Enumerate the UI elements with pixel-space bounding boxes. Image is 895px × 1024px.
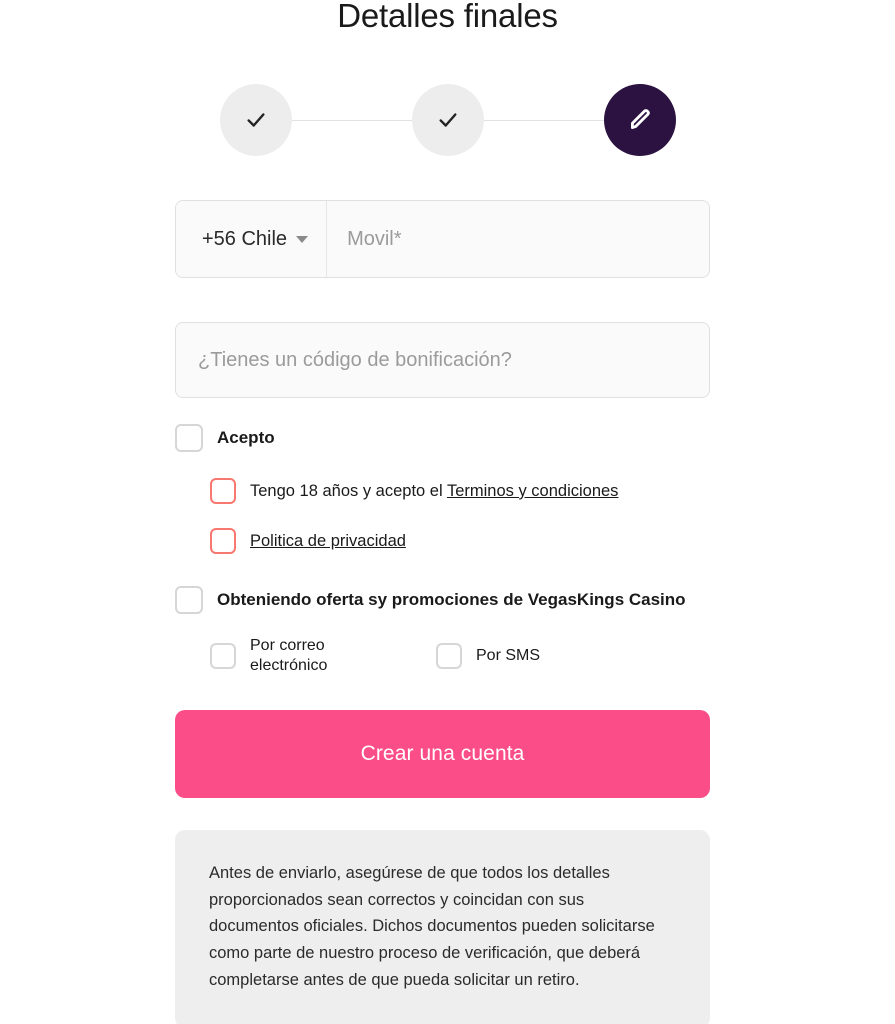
promotion-channels-row: Por correo electrónico Por SMS <box>175 636 710 676</box>
sms-channel-label: Por SMS <box>476 647 541 664</box>
phone-field-group: +56 Chile <box>175 200 710 278</box>
mobile-input[interactable] <box>327 201 709 277</box>
privacy-policy-link[interactable]: Politica de privacidad <box>250 531 406 552</box>
terms-and-conditions-link[interactable]: Terminos y condiciones <box>447 482 619 500</box>
age-terms-text: Tengo 18 años y acepto el <box>250 481 447 500</box>
accept-label: Acepto <box>217 428 275 448</box>
age-terms-label: Tengo 18 años y acepto el Terminos y con… <box>250 481 618 502</box>
chevron-down-icon <box>296 235 309 243</box>
pencil-icon <box>630 109 650 129</box>
promotions-checkbox[interactable] <box>175 586 203 614</box>
verification-notice: Antes de enviarlo, asegúrese de que todo… <box>175 830 710 1024</box>
country-code-label: +56 Chile <box>202 227 288 250</box>
stepper-step-2[interactable] <box>411 84 484 156</box>
accept-checkbox[interactable] <box>175 424 203 452</box>
privacy-checkbox[interactable] <box>210 528 236 554</box>
progress-stepper <box>0 84 895 156</box>
email-channel-checkbox[interactable] <box>210 643 236 669</box>
country-code-select[interactable]: +56 Chile <box>176 201 328 277</box>
promotions-label: Obteniendo oferta sy promociones de Vega… <box>217 590 686 610</box>
accept-row[interactable]: Acepto <box>175 424 710 452</box>
sms-channel-checkbox[interactable] <box>436 643 462 669</box>
stepper-step-3[interactable] <box>603 84 676 156</box>
registration-final-step-page: Detalles finales +56 Chile Movil* ¿Tiene… <box>0 0 895 1024</box>
stepper-step-1[interactable] <box>219 84 292 156</box>
consent-section: Acepto Tengo 18 años y acepto el Termino… <box>175 424 710 676</box>
stepper-connector-2 <box>483 119 604 121</box>
check-icon <box>246 113 265 127</box>
stepper-connector-1 <box>291 119 412 121</box>
age-terms-row[interactable]: Tengo 18 años y acepto el Terminos y con… <box>175 478 710 504</box>
email-channel-label: Por correo electrónico <box>250 637 328 674</box>
promotions-row[interactable]: Obteniendo oferta sy promociones de Vega… <box>175 586 710 614</box>
check-icon <box>438 113 457 127</box>
create-account-button[interactable]: Crear una cuenta <box>175 710 710 798</box>
registration-form: +56 Chile Acepto Tengo 18 años y acepto … <box>175 200 710 1024</box>
bonus-code-input[interactable] <box>175 322 710 398</box>
age-terms-checkbox[interactable] <box>210 478 236 504</box>
page-title: Detalles finales <box>337 0 558 34</box>
privacy-row[interactable]: Politica de privacidad <box>175 528 710 554</box>
